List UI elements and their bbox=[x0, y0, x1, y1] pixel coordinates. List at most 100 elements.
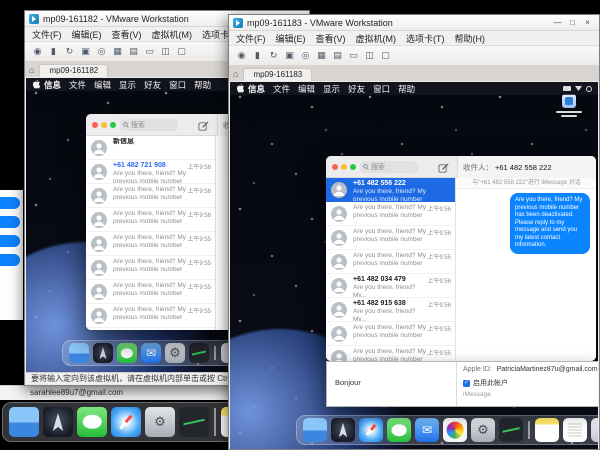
recipient-field[interactable]: 收件人： +61 482 558 222 bbox=[457, 156, 596, 178]
safari-icon[interactable] bbox=[111, 407, 141, 437]
unity-view-icon[interactable]: ◫ bbox=[159, 45, 172, 58]
settings-icon[interactable] bbox=[165, 343, 185, 363]
menu-item[interactable]: 文件 bbox=[65, 79, 90, 91]
conversation-row[interactable]: 新信息 bbox=[86, 136, 215, 160]
menu-item[interactable]: 编辑 bbox=[90, 79, 115, 91]
menu-item[interactable]: 显示 bbox=[115, 79, 140, 91]
home-tab-icon[interactable]: ⌂ bbox=[233, 67, 238, 81]
account-item-bonjour[interactable]: Bonjour bbox=[335, 378, 361, 387]
menu-item[interactable]: 信息 bbox=[244, 83, 269, 95]
suspend-icon[interactable]: ▮ bbox=[251, 49, 264, 62]
finder-icon[interactable] bbox=[9, 407, 39, 437]
wifi-icon[interactable] bbox=[575, 86, 582, 91]
activity-monitor-icon[interactable] bbox=[499, 418, 523, 442]
battery-icon[interactable] bbox=[563, 86, 571, 91]
power-icon[interactable]: ◉ bbox=[235, 49, 248, 62]
menu-item[interactable]: 文件(F) bbox=[27, 28, 67, 41]
notes-icon[interactable] bbox=[535, 418, 559, 442]
close-traffic-light-icon[interactable] bbox=[332, 164, 338, 170]
unity-view-icon[interactable]: ◫ bbox=[363, 49, 376, 62]
launchpad-icon[interactable] bbox=[331, 418, 355, 442]
trash-icon[interactable] bbox=[591, 418, 598, 442]
fullscreen-icon[interactable]: ▢ bbox=[175, 45, 188, 58]
minimize-traffic-light-icon[interactable] bbox=[101, 122, 107, 128]
conversation-row[interactable]: 上午9:56 Are you there, friend? My previou… bbox=[86, 184, 215, 208]
settings-icon[interactable] bbox=[471, 418, 495, 442]
conversation-row[interactable]: 上午9:56 Are you there, friend? My previou… bbox=[326, 226, 455, 250]
search-input[interactable]: 搜索 bbox=[120, 119, 178, 131]
apple-menu-icon[interactable] bbox=[32, 79, 40, 91]
conversation-row[interactable]: 上午9:55 Are you there, friend? My previou… bbox=[326, 250, 455, 274]
menu-item[interactable]: 查看(V) bbox=[311, 32, 351, 45]
menu-item[interactable]: 虚拟机(M) bbox=[351, 32, 402, 45]
conversation-row[interactable]: 上午9:56 +61 482 721 908 Are you there, fr… bbox=[86, 160, 215, 184]
conversation-row[interactable]: 上午9:55 Are you there, friend? My previou… bbox=[86, 232, 215, 256]
menu-item[interactable]: 信息 bbox=[40, 79, 65, 91]
activity-monitor-icon[interactable] bbox=[189, 343, 209, 363]
enable-account-checkbox[interactable]: ✓ bbox=[463, 380, 470, 387]
reset-icon[interactable]: ↻ bbox=[267, 49, 280, 62]
messages-icon[interactable] bbox=[77, 407, 107, 437]
menu-item[interactable]: 编辑(E) bbox=[67, 28, 107, 41]
messages-icon[interactable] bbox=[117, 343, 137, 363]
menu-item[interactable]: 文件 bbox=[269, 83, 294, 95]
conversation-row[interactable]: 上午9:55 Are you there, friend? My previou… bbox=[326, 322, 455, 346]
console-view-icon[interactable]: ▭ bbox=[347, 49, 360, 62]
menu-item[interactable]: 好友 bbox=[344, 83, 369, 95]
compose-icon[interactable] bbox=[198, 119, 210, 131]
close-traffic-light-icon[interactable] bbox=[92, 122, 98, 128]
menu-item[interactable]: 查看(V) bbox=[107, 28, 147, 41]
minimize-traffic-light-icon[interactable] bbox=[341, 164, 347, 170]
vm-tab[interactable]: mp09-161183 bbox=[243, 68, 312, 81]
settings-icon[interactable] bbox=[145, 407, 175, 437]
launchpad-icon[interactable] bbox=[93, 343, 113, 363]
power-icon[interactable]: ◉ bbox=[31, 45, 44, 58]
launchpad-icon[interactable] bbox=[43, 407, 73, 437]
snapshot-manager-icon[interactable]: ▦ bbox=[315, 49, 328, 62]
menu-item[interactable]: 帮助(H) bbox=[450, 32, 491, 45]
conversation-row[interactable]: 上午9:55 Are you there, friend? My previou… bbox=[86, 256, 215, 280]
conversation-row[interactable]: +61 482 556 222 Are you there, friend? M… bbox=[326, 178, 455, 202]
snapshot-icon[interactable]: ▣ bbox=[283, 49, 296, 62]
zoom-traffic-light-icon[interactable] bbox=[110, 122, 116, 128]
conversation-row[interactable]: 上午9:56 +61 482 915 638 Are you there, fr… bbox=[326, 298, 455, 322]
reset-icon[interactable]: ↻ bbox=[63, 45, 76, 58]
vm-tab[interactable]: mp09-161182 bbox=[39, 64, 108, 77]
maximize-button[interactable]: □ bbox=[565, 17, 580, 29]
menu-item[interactable]: 文件(F) bbox=[231, 32, 271, 45]
menu-item[interactable]: 选项卡(T) bbox=[401, 32, 450, 45]
conversation-row[interactable]: 上午9:55 Are you there, friend? My previou… bbox=[86, 304, 215, 328]
zoom-traffic-light-icon[interactable] bbox=[350, 164, 356, 170]
snapshot-manager-icon[interactable]: ▦ bbox=[111, 45, 124, 58]
dock-separator[interactable] bbox=[528, 421, 530, 439]
menu-item[interactable]: 帮助 bbox=[394, 83, 419, 95]
menu-item[interactable]: 编辑(E) bbox=[271, 32, 311, 45]
desktop-shortcut-icon[interactable] bbox=[562, 94, 576, 108]
mail-icon[interactable] bbox=[141, 343, 161, 363]
menu-item[interactable]: 窗口 bbox=[369, 83, 394, 95]
dock-separator[interactable] bbox=[214, 346, 216, 360]
fullscreen-icon[interactable]: ▢ bbox=[379, 49, 392, 62]
compose-icon[interactable] bbox=[438, 161, 450, 173]
revert-snapshot-icon[interactable]: ◎ bbox=[299, 49, 312, 62]
textedit-icon[interactable] bbox=[563, 418, 587, 442]
menu-item[interactable]: 编辑 bbox=[294, 83, 319, 95]
suspend-icon[interactable]: ▮ bbox=[47, 45, 60, 58]
conversation-row[interactable]: 上午9:56 Are you there, friend? My previou… bbox=[326, 202, 455, 226]
conversation-row[interactable]: 上午9:55 Are you there, friend? My previou… bbox=[326, 346, 455, 361]
conversation-row[interactable]: 上午9:56 Are you there, friend? My previou… bbox=[86, 208, 215, 232]
safari-icon[interactable] bbox=[359, 418, 383, 442]
apple-menu-icon[interactable] bbox=[236, 83, 244, 95]
home-tab-icon[interactable]: ⌂ bbox=[29, 63, 34, 77]
conversation-row[interactable]: 上午9:56 +61 482 034 479 Are you there, fr… bbox=[326, 274, 455, 298]
close-button[interactable]: × bbox=[580, 17, 595, 29]
snapshot-icon[interactable]: ▣ bbox=[79, 45, 92, 58]
revert-snapshot-icon[interactable]: ◎ bbox=[95, 45, 108, 58]
menu-item[interactable]: 窗口 bbox=[165, 79, 190, 91]
search-input[interactable]: 搜索 bbox=[360, 161, 418, 173]
library-toggle-icon[interactable]: ▤ bbox=[331, 49, 344, 62]
photos-icon[interactable] bbox=[443, 418, 467, 442]
minimize-button[interactable]: — bbox=[550, 17, 565, 29]
messages-icon[interactable] bbox=[387, 418, 411, 442]
menu-item[interactable]: 显示 bbox=[319, 83, 344, 95]
